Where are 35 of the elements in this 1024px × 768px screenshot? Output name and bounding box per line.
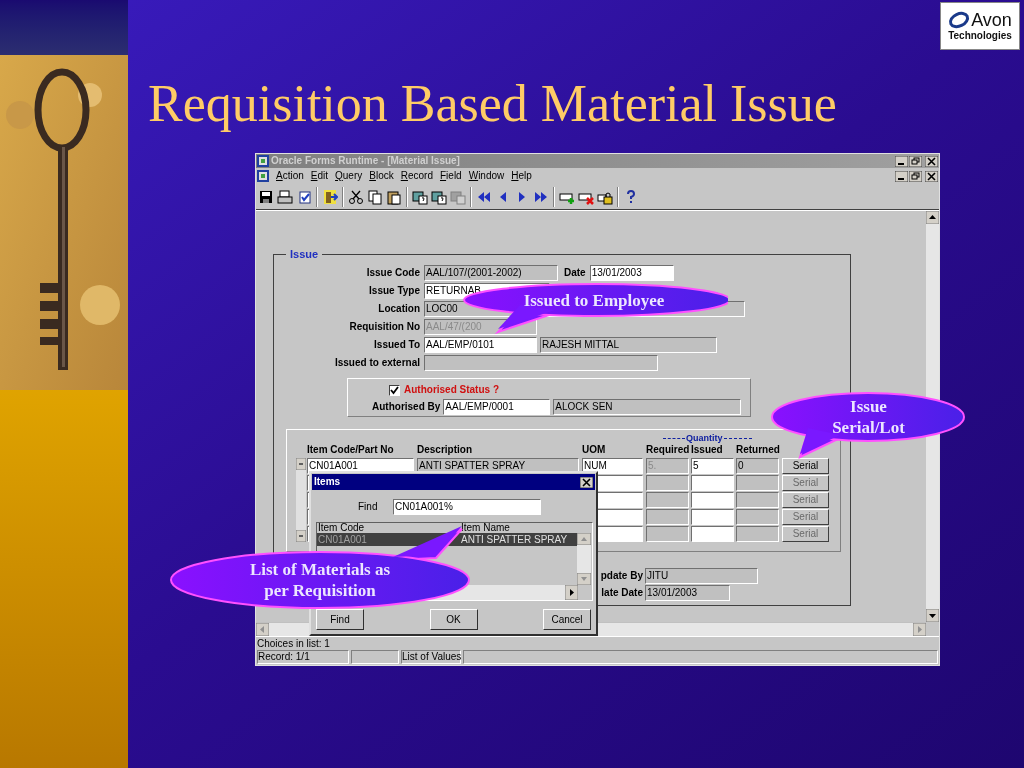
dialog-title: Items	[314, 476, 341, 488]
status-message: Choices in list: 1	[257, 637, 330, 650]
callout-text: List of Materials as per Requisition	[249, 559, 391, 601]
callout-text: Issued to Employee	[523, 289, 665, 311]
column-header: Required	[646, 444, 691, 455]
column-header: UOM	[582, 444, 607, 455]
window-title: Oracle Forms Runtime - [Material Issue]	[271, 155, 460, 167]
field-label: late Date	[600, 587, 644, 599]
list-cell: ANTI SPATTER SPRAY	[461, 533, 568, 546]
field-label: Requisition No	[348, 320, 421, 333]
column-header: Item Name	[461, 523, 510, 533]
field-label: Date	[564, 266, 586, 279]
frame-legend: Issue	[286, 248, 323, 260]
slide-title: Requisition Based Material Issue	[148, 74, 837, 134]
group-header: Quantity	[686, 434, 723, 443]
checkbox-label: Authorised Status ?	[404, 384, 499, 396]
field-label: Location	[377, 302, 421, 315]
column-header: Returned	[736, 444, 781, 455]
logo-subtitle: Technologies	[948, 30, 1012, 42]
column-header: Item Code/Part No	[307, 444, 395, 455]
field-label: Issue Code	[365, 266, 421, 279]
field-label: Issued to external	[333, 356, 421, 369]
field-label: Issued To	[373, 338, 421, 351]
field-label: pdate By	[599, 570, 644, 582]
status-cell: List of Values	[401, 650, 461, 664]
field-label: Find	[358, 501, 379, 513]
status-cell: Record: 1/1	[257, 650, 349, 664]
list-cell-text: CN01A001	[317, 533, 368, 546]
field-label: Authorised By	[372, 401, 441, 413]
logo-text: Avon	[971, 10, 1012, 30]
column-header: Description	[417, 444, 473, 455]
field-label: Issue Type	[368, 284, 421, 297]
column-header: Issued	[691, 444, 724, 455]
callout-text: Issue Serial/Lot	[832, 396, 905, 438]
column-header: Item Code	[317, 523, 366, 533]
